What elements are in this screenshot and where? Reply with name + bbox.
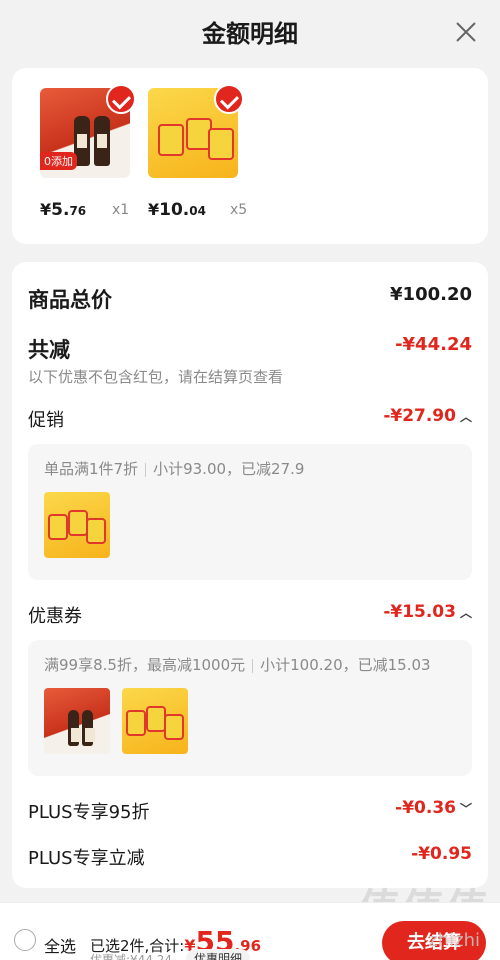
plus-reduce-value: -¥0.95 xyxy=(411,844,472,864)
price-detail-card: 商品总价 ¥100.20 共减 -¥44.24 以下优惠不包含红包，请在结算页查… xyxy=(12,262,488,888)
product-item-chips[interactable]: ¥10.04 x5 xyxy=(148,84,247,220)
product-thumbnail xyxy=(122,688,188,754)
plus95-value: -¥0.36 xyxy=(395,798,456,818)
coupon-value: -¥15.03 xyxy=(383,602,456,622)
watermark-text: zhizhi xyxy=(428,930,480,951)
check-icon xyxy=(214,84,244,114)
total-reduce-row: 共减 -¥44.24 xyxy=(28,334,472,364)
product-summary-card: 0添加 ¥5.76 x1 ¥10.04 x5 xyxy=(12,68,488,244)
chevron-up-icon[interactable]: ︿ xyxy=(460,408,472,425)
plus95-row[interactable]: PLUS专享95折 -¥0.36 ﹀ xyxy=(28,798,472,824)
product-thumbnail xyxy=(44,492,110,558)
promo-desc: 单品满1件7折 小计93.00，已减27.9 xyxy=(44,460,305,478)
total-price-value: ¥100.20 xyxy=(390,284,472,305)
product-price: ¥10.04 x5 xyxy=(148,200,248,220)
check-icon xyxy=(106,84,136,114)
total-reduce-value: -¥44.24 xyxy=(395,334,472,355)
product-qty: x5 xyxy=(230,202,248,218)
promo-label: 促销 xyxy=(28,410,64,431)
promo-row[interactable]: 促销 -¥27.90 ︿ xyxy=(28,406,472,432)
product-item-vinegar[interactable]: 0添加 ¥5.76 x1 xyxy=(40,84,136,220)
chevron-up-icon[interactable]: ︿ xyxy=(460,604,472,621)
coupon-row[interactable]: 优惠券 -¥15.03 ︿ xyxy=(28,602,472,628)
chevron-down-icon[interactable]: ﹀ xyxy=(460,800,472,817)
coupon-label: 优惠券 xyxy=(28,606,82,627)
total-price-row: 商品总价 ¥100.20 xyxy=(28,284,472,314)
total-reduce-label: 共减 xyxy=(28,338,70,362)
coupon-desc: 满99享8.5折，最高减1000元 小计100.20，已减15.03 xyxy=(44,656,431,674)
product-thumbnail xyxy=(44,688,110,754)
product-qty: x1 xyxy=(112,202,130,218)
select-all-radio[interactable] xyxy=(14,929,36,951)
promo-detail-box: 单品满1件7折 小计93.00，已减27.9 xyxy=(28,444,472,580)
page-title: 金额明细 xyxy=(202,20,298,48)
select-all-label[interactable]: 全选 xyxy=(44,933,76,957)
checkout-bar: 全选 已选2件,合计:¥55.96 优惠减:¥44.24 优惠明细 去结算 xyxy=(0,902,500,960)
zero-add-tag: 0添加 xyxy=(40,152,77,170)
discount-detail-button[interactable]: 优惠明细 xyxy=(186,949,251,960)
header: 金额明细 xyxy=(0,0,500,64)
coupon-detail-box: 满99享8.5折，最高减1000元 小计100.20，已减15.03 xyxy=(28,640,472,776)
plus95-label: PLUS专享95折 xyxy=(28,802,150,823)
close-icon[interactable] xyxy=(454,20,478,44)
discount-summary: 优惠减:¥44.24 xyxy=(90,953,173,960)
total-price-label: 商品总价 xyxy=(28,288,112,312)
promo-value: -¥27.90 xyxy=(383,406,456,426)
reduce-note: 以下优惠不包含红包，请在结算页查看 xyxy=(28,368,284,386)
plus-reduce-label: PLUS专享立减 xyxy=(28,848,145,869)
plus-reduce-row: PLUS专享立减 -¥0.95 xyxy=(28,844,472,870)
